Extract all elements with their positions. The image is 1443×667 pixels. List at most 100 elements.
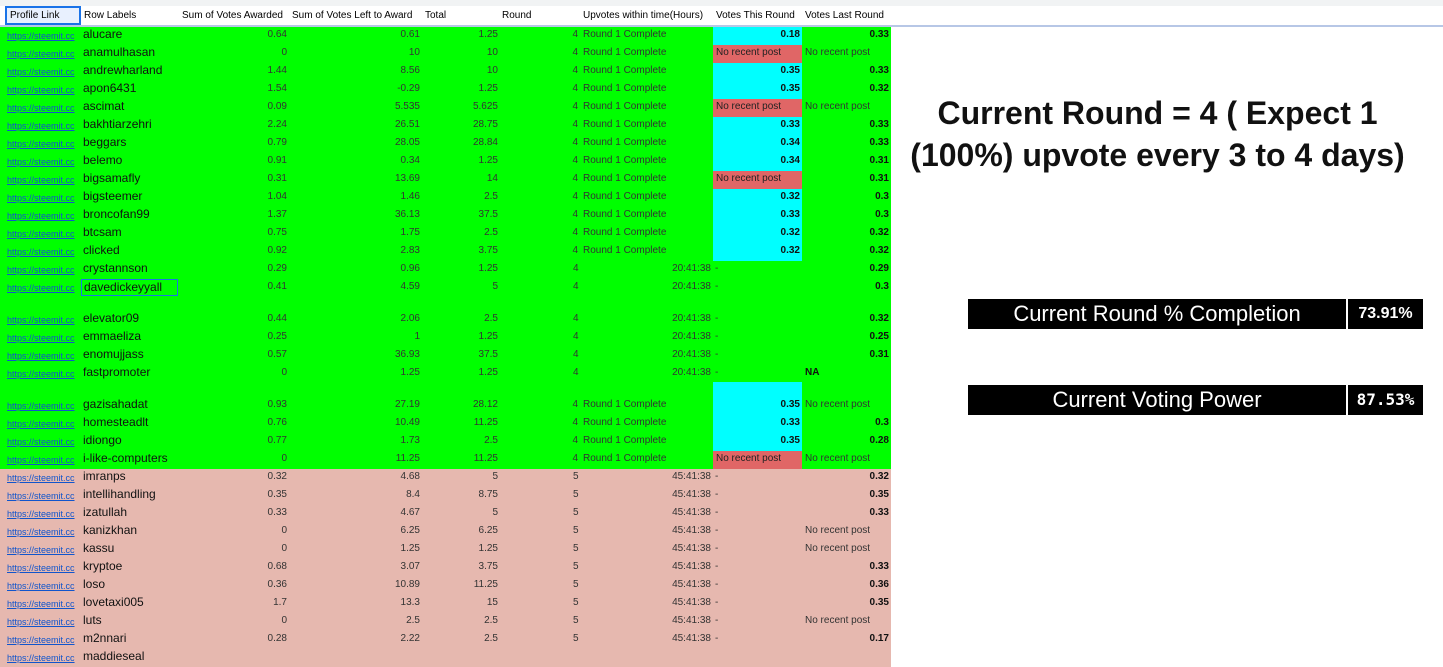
profile-link[interactable]: https://steemit.cc (5, 81, 81, 99)
upvotes-time-cell: 45:41:38 (672, 489, 711, 500)
round-cell: 4 (573, 331, 579, 342)
profile-link[interactable]: https://steemit.cc (5, 261, 81, 279)
profile-link[interactable]: https://steemit.cc (5, 63, 81, 81)
upvotes-time-cell: 45:41:38 (672, 615, 711, 626)
header-round[interactable]: Round (500, 6, 580, 25)
votes-last-round-cell: 0.29 (869, 263, 889, 274)
profile-link[interactable]: https://steemit.cc (5, 225, 81, 243)
profile-link[interactable]: https://steemit.cc (5, 433, 81, 451)
profile-link[interactable]: https://steemit.cc (5, 469, 81, 487)
total-cell: 37.5 (478, 349, 498, 360)
upvotes-time-cell: 20:41:38 (672, 281, 711, 292)
profile-link[interactable]: https://steemit.cc (5, 279, 81, 297)
total-cell: 28.12 (472, 399, 498, 410)
row-label: izatullah (83, 505, 128, 519)
votes-last-round-cell: 0.33 (869, 561, 889, 572)
profile-link[interactable]: https://steemit.cc (5, 451, 81, 469)
row-label: belemo (83, 153, 123, 167)
profile-link[interactable]: https://steemit.cc (5, 329, 81, 347)
row-label: ascimat (83, 99, 125, 113)
upvotes-time-cell: Round 1 Complete (583, 173, 667, 184)
total-cell: 37.5 (478, 209, 498, 220)
votes-last-round-cell: 0.28 (869, 435, 889, 446)
votes-awarded-cell: 0 (281, 615, 287, 626)
profile-link[interactable]: https://steemit.cc (5, 99, 81, 117)
total-cell (422, 649, 500, 667)
profile-link[interactable]: https://steemit.cc (5, 541, 81, 559)
votes-this-round-cell: 0.32 (713, 225, 802, 243)
round-cell: 4 (573, 313, 579, 324)
total-cell: 1.25 (478, 29, 498, 40)
votes-left-cell: 10.49 (394, 417, 420, 428)
votes-this-round-cell: 0.35 (713, 63, 802, 81)
profile-link[interactable]: https://steemit.cc (5, 631, 81, 649)
round-cell: 4 (572, 417, 578, 428)
row-label: intellihandling (83, 487, 156, 501)
upvotes-time-cell: Round 1 Complete (583, 209, 667, 220)
profile-link[interactable]: https://steemit.cc (5, 397, 81, 415)
profile-link[interactable]: https://steemit.cc (5, 505, 81, 523)
round-cell: 5 (573, 525, 579, 536)
header-total[interactable]: Total (422, 6, 500, 25)
profile-link[interactable]: https://steemit.cc (5, 27, 81, 45)
header-votes-last-round[interactable]: Votes Last Round (802, 6, 891, 25)
votes-last-round-cell: 0.3 (875, 209, 889, 220)
votes-awarded-cell: 1.04 (267, 191, 287, 202)
profile-link[interactable]: https://steemit.cc (5, 487, 81, 505)
total-cell: 5 (492, 281, 498, 292)
header-votes-awarded[interactable]: Sum of Votes Awarded (179, 6, 289, 25)
profile-link[interactable]: https://steemit.cc (5, 613, 81, 631)
votes-this-round-cell: - (715, 633, 719, 644)
votes-left-cell: 6.25 (400, 525, 420, 536)
profile-link[interactable]: https://steemit.cc (5, 649, 81, 667)
header-profile-link[interactable]: Profile Link (5, 6, 81, 25)
total-cell: 8.75 (478, 489, 498, 500)
round-cell: 4 (572, 137, 578, 148)
table-row: https://steemit.cc imranps 0.32 4.68 5 5 45:41… (0, 469, 891, 487)
votes-awarded-cell: 0.91 (267, 155, 287, 166)
profile-link[interactable]: https://steemit.cc (5, 559, 81, 577)
header-row-labels[interactable]: Row Labels (81, 6, 179, 25)
round-cell: 5 (573, 507, 579, 518)
votes-this-round-cell: - (715, 281, 719, 292)
votes-awarded-cell: 0.93 (267, 399, 287, 410)
row-label: loso (83, 577, 106, 591)
table-row: https://steemit.cc intellihandling 0.35 8.4… (0, 487, 891, 505)
profile-link[interactable]: https://steemit.cc (5, 577, 81, 595)
profile-link[interactable]: https://steemit.cc (5, 135, 81, 153)
profile-link[interactable]: https://steemit.cc (5, 189, 81, 207)
header-upvotes-within-time[interactable]: Upvotes within time(Hours) (580, 6, 713, 25)
votes-this-round-cell: - (715, 579, 719, 590)
round-cell: 5 (573, 561, 579, 572)
total-cell: 10 (486, 65, 498, 76)
profile-link[interactable]: https://steemit.cc (5, 523, 81, 541)
profile-link[interactable]: https://steemit.cc (5, 45, 81, 63)
profile-link[interactable]: https://steemit.cc (5, 365, 81, 383)
votes-this-round-cell: 0.34 (713, 135, 802, 153)
round-cell: 5 (573, 597, 579, 608)
votes-left-cell: 3.07 (400, 561, 420, 572)
votes-last-round-cell: 0.35 (869, 597, 889, 608)
profile-link[interactable]: https://steemit.cc (5, 117, 81, 135)
row-label: lovetaxi005 (83, 595, 144, 609)
table-row: https://steemit.cc alucare 0.64 0.61 1.25 4 Ro… (0, 27, 891, 45)
header-votes-this-round[interactable]: Votes This Round (713, 6, 802, 25)
profile-link[interactable]: https://steemit.cc (5, 243, 81, 261)
votes-last-round-cell: NA (805, 367, 820, 378)
header-votes-left[interactable]: Sum of Votes Left to Award (289, 6, 422, 25)
votes-awarded-cell: 0.79 (267, 137, 287, 148)
votes-this-round-cell: No recent post (713, 171, 802, 189)
profile-link[interactable]: https://steemit.cc (5, 595, 81, 613)
votes-awarded-cell: 0.32 (267, 471, 287, 482)
profile-link[interactable]: https://steemit.cc (5, 153, 81, 171)
profile-link[interactable]: https://steemit.cc (5, 171, 81, 189)
profile-link[interactable]: https://steemit.cc (5, 415, 81, 433)
profile-link[interactable]: https://steemit.cc (5, 347, 81, 365)
profile-link[interactable]: https://steemit.cc (5, 311, 81, 329)
profile-link[interactable]: https://steemit.cc (5, 207, 81, 225)
votes-awarded-cell: 0 (281, 453, 287, 464)
total-cell: 6.25 (478, 525, 498, 536)
upvotes-time-cell: 45:41:38 (672, 543, 711, 554)
votes-last-round-cell: 0.31 (869, 173, 889, 184)
votes-this-round-cell: No recent post (713, 451, 802, 469)
